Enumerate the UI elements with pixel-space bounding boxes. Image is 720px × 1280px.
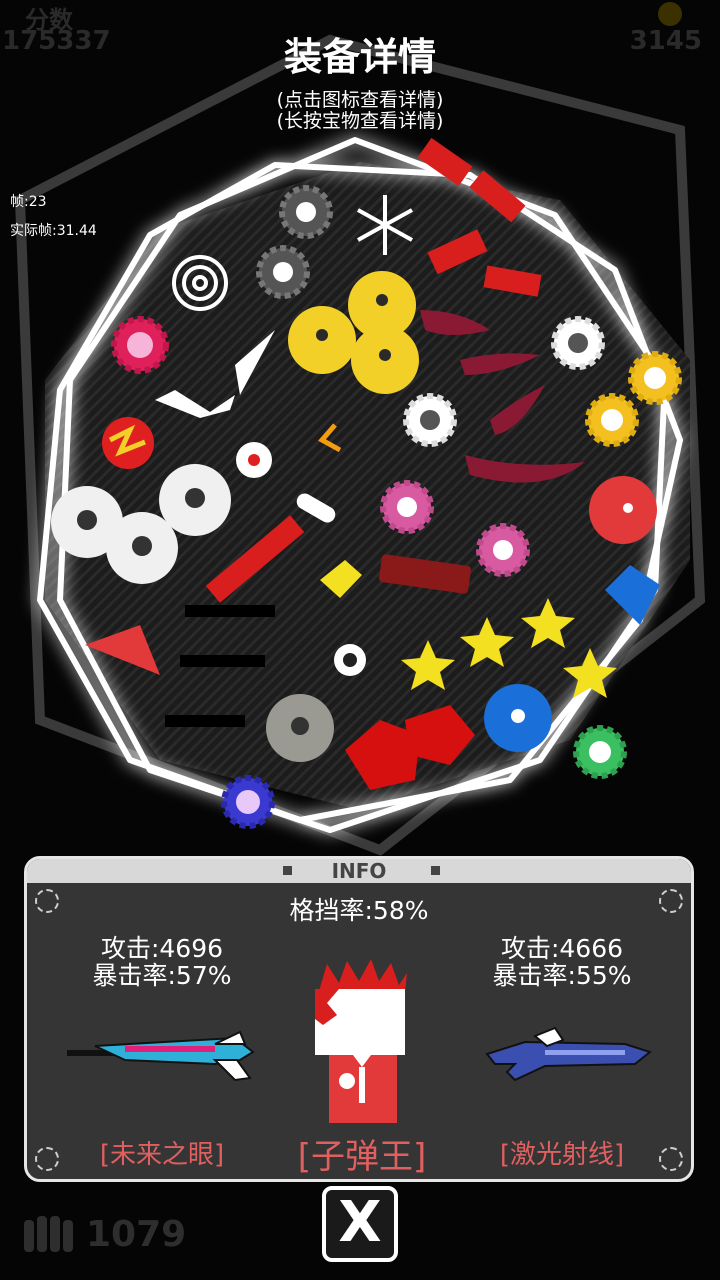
black-gun-item (180, 655, 265, 667)
character-name[interactable]: [子弹王] (247, 1129, 477, 1178)
red-ball-item (589, 476, 657, 544)
block-rate: 格挡率:58% (289, 896, 429, 925)
info-header: INFO (27, 859, 691, 883)
header-square-icon (283, 866, 292, 875)
right-weapon-icon[interactable] (485, 1024, 655, 1094)
black-gun-item (165, 715, 245, 727)
right-weapon-name[interactable]: [激光射线] (457, 1134, 667, 1171)
close-icon: X (338, 1190, 382, 1255)
black-gun-item (185, 605, 275, 617)
frame-counter: 帧:23 (10, 194, 47, 210)
hint-hold-treasure: (长按宝物查看详情) (276, 110, 444, 132)
right-weapon-crit: 暴击率:55% (492, 961, 632, 990)
bullet-icon (24, 1216, 73, 1252)
left-weapon-attack: 攻击:4696 (100, 934, 224, 963)
actual-frame-counter: 实际帧:31.44 (10, 223, 97, 239)
left-weapon-icon[interactable] (65, 1024, 260, 1084)
right-weapon-attack: 攻击:4666 (500, 934, 624, 963)
corner-ring-icon (35, 1147, 59, 1171)
lightning-ball-item (102, 417, 154, 469)
header-square-icon (431, 866, 440, 875)
page-title: 装备详情 (283, 35, 436, 79)
ammo-count: 1079 (86, 1214, 187, 1255)
left-weapon-crit: 暴击率:57% (92, 961, 232, 990)
close-button[interactable]: X (322, 1186, 398, 1262)
info-panel: INFO 格挡率:58% 攻击:4696 暴击率:57% 攻击:4666 暴击率… (24, 856, 694, 1182)
info-header-label: INFO (331, 859, 387, 883)
character-icon[interactable] (309, 959, 415, 1129)
left-weapon-name[interactable]: [未来之眼] (57, 1134, 267, 1171)
